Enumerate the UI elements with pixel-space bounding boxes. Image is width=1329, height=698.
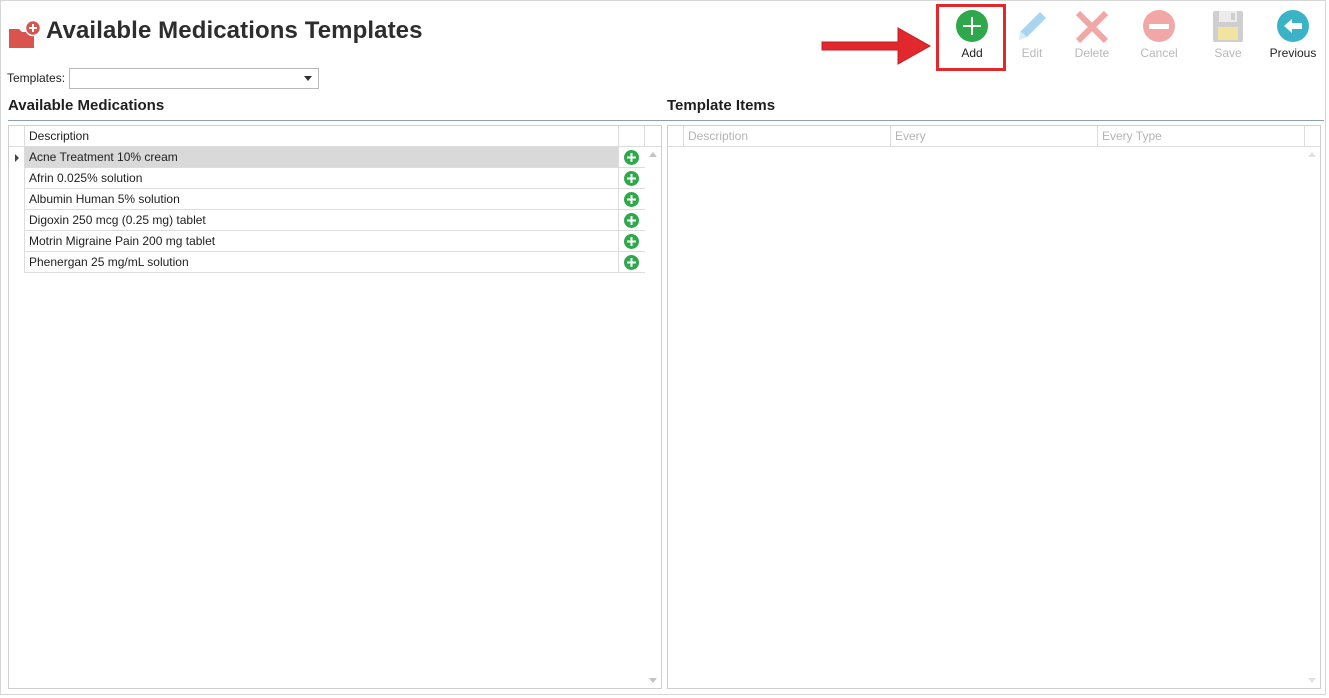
medication-description[interactable]: Phenergan 25 mg/mL solution <box>25 252 619 272</box>
templates-dropdown[interactable] <box>69 68 319 89</box>
available-medications-title: Available Medications <box>8 97 165 114</box>
add-medication-icon[interactable] <box>624 150 639 165</box>
table-row[interactable]: Albumin Human 5% solution <box>25 189 645 210</box>
add-icon <box>956 10 988 42</box>
delete-x-icon <box>1075 10 1109 44</box>
row-header-corner <box>668 126 684 147</box>
table-row[interactable]: Digoxin 250 mcg (0.25 mg) tablet <box>25 210 645 231</box>
scroll-up-icon[interactable] <box>1308 152 1316 157</box>
current-row-indicator-icon <box>15 154 19 162</box>
medication-description[interactable]: Albumin Human 5% solution <box>25 189 619 209</box>
scroll-up-icon[interactable] <box>649 152 657 157</box>
save-disk-icon <box>1213 11 1243 42</box>
add-medication-icon[interactable] <box>624 213 639 228</box>
medication-description[interactable]: Afrin 0.025% solution <box>25 168 619 188</box>
annotation-arrow-icon <box>821 27 932 65</box>
medication-description[interactable]: Motrin Migraine Pain 200 mg tablet <box>25 231 619 251</box>
page-title: Available Medications Templates <box>46 17 423 44</box>
previous-button-label: Previous <box>1269 46 1317 60</box>
add-medication-icon[interactable] <box>624 234 639 249</box>
table-row[interactable]: Motrin Migraine Pain 200 mg tablet <box>25 231 645 252</box>
table-row[interactable]: Acne Treatment 10% cream <box>25 147 645 168</box>
available-medications-grid: Description Acne Treatment 10% cream Afr… <box>8 125 662 689</box>
add-medication-icon[interactable] <box>624 171 639 186</box>
save-button[interactable]: Save <box>1197 9 1259 65</box>
table-row[interactable]: Phenergan 25 mg/mL solution <box>25 252 645 273</box>
column-header-add <box>619 126 645 147</box>
add-medication-icon[interactable] <box>624 255 639 270</box>
previous-button[interactable]: Previous <box>1262 9 1324 65</box>
table-row[interactable]: Afrin 0.025% solution <box>25 168 645 189</box>
cancel-icon <box>1143 10 1175 42</box>
save-button-label: Save <box>1214 46 1242 60</box>
row-header-corner <box>9 126 25 147</box>
templates-label: Templates: <box>7 71 66 85</box>
vertical-scrollbar[interactable] <box>1304 147 1320 688</box>
column-header-description[interactable]: Description <box>684 126 891 147</box>
grid-header-row: Description Every Every Type <box>668 126 1320 147</box>
add-medication-icon[interactable] <box>624 192 639 207</box>
vertical-scrollbar[interactable] <box>645 147 661 688</box>
scroll-down-icon[interactable] <box>649 678 657 683</box>
folder-medical-icon <box>9 20 42 48</box>
pencil-icon <box>1019 12 1046 40</box>
scroll-down-icon[interactable] <box>1308 678 1316 683</box>
chevron-down-icon[interactable] <box>304 76 312 81</box>
cancel-button[interactable]: Cancel <box>1128 9 1190 65</box>
column-header-description[interactable]: Description <box>25 126 619 147</box>
cancel-button-label: Cancel <box>1140 46 1178 60</box>
grid-header-row: Description <box>9 126 661 147</box>
row-header-column <box>9 147 25 273</box>
add-button[interactable]: Add <box>941 9 1003 65</box>
delete-button-label: Delete <box>1074 46 1110 60</box>
template-items-grid: Description Every Every Type <box>667 125 1321 689</box>
edit-button-label: Edit <box>1021 46 1043 60</box>
medication-description[interactable]: Acne Treatment 10% cream <box>25 147 619 167</box>
section-divider <box>8 120 1324 121</box>
edit-button[interactable]: Edit <box>1001 9 1063 65</box>
back-arrow-icon <box>1277 10 1309 42</box>
template-items-title: Template Items <box>667 97 776 114</box>
column-header-every-type[interactable]: Every Type <box>1098 126 1305 147</box>
delete-button[interactable]: Delete <box>1061 9 1123 65</box>
medication-description[interactable]: Digoxin 250 mcg (0.25 mg) tablet <box>25 210 619 230</box>
add-button-label: Add <box>961 46 983 60</box>
column-header-every[interactable]: Every <box>891 126 1098 147</box>
